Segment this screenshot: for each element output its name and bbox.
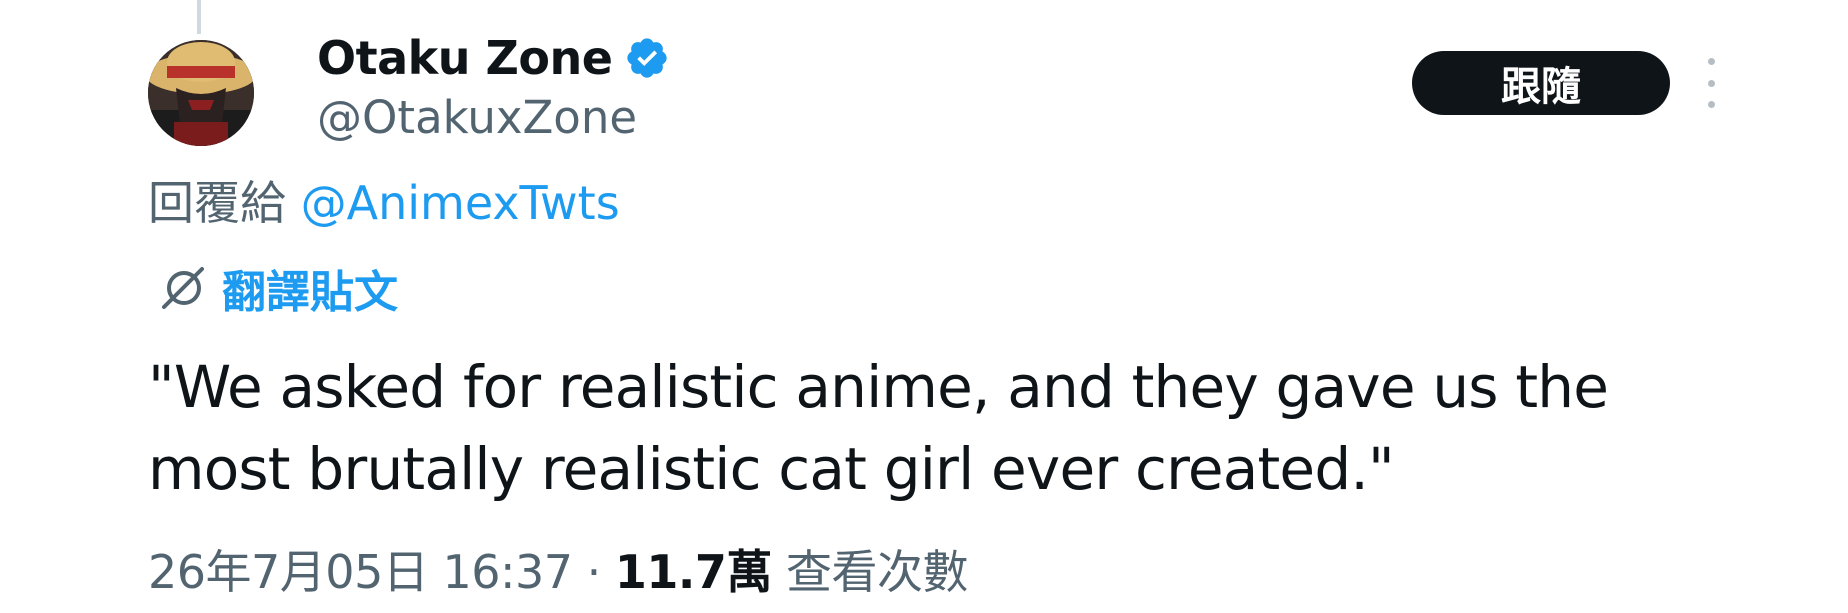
more-dot xyxy=(1707,58,1715,65)
reply-handle-link[interactable]: @AnimexTwts xyxy=(301,176,620,230)
tweet-timestamp[interactable]: 26年7月05日 16:37 xyxy=(148,545,573,599)
tweet-text-line: most brutally realistic cat girl ever cr… xyxy=(148,435,1395,503)
translate-label: 翻譯貼文 xyxy=(222,267,398,318)
avatar-image xyxy=(148,40,254,146)
more-dot xyxy=(1707,101,1715,108)
meta-separator: · xyxy=(572,545,615,599)
views-count: 11.7萬 xyxy=(614,545,773,599)
tweet-text: "We asked for realistic anime, and they … xyxy=(148,346,1708,510)
translate-icon xyxy=(158,263,208,313)
reply-context: 回覆給 @AnimexTwts xyxy=(148,176,620,231)
views-label: 查看次數 xyxy=(771,545,969,599)
more-vertical-icon[interactable] xyxy=(1695,58,1727,108)
verified-badge-icon[interactable] xyxy=(624,35,670,81)
reply-prefix: 回覆給 xyxy=(148,176,286,230)
tweet-text-line: "We asked for realistic anime, and they … xyxy=(148,353,1609,421)
tweet-meta: 26年7月05日 16:37 · 11.7萬 查看次數 xyxy=(148,536,969,602)
avatar[interactable] xyxy=(148,40,254,146)
author-display-name[interactable]: Otaku Zone xyxy=(317,31,613,85)
more-dot xyxy=(1707,79,1715,87)
translate-post-button[interactable]: 翻譯貼文 xyxy=(158,256,398,320)
follow-button[interactable]: 跟隨 xyxy=(1412,51,1670,115)
thread-connector-line xyxy=(197,0,201,34)
author-handle[interactable]: @OtakuxZone xyxy=(317,91,637,144)
author-name-row: Otaku Zone xyxy=(317,28,670,88)
